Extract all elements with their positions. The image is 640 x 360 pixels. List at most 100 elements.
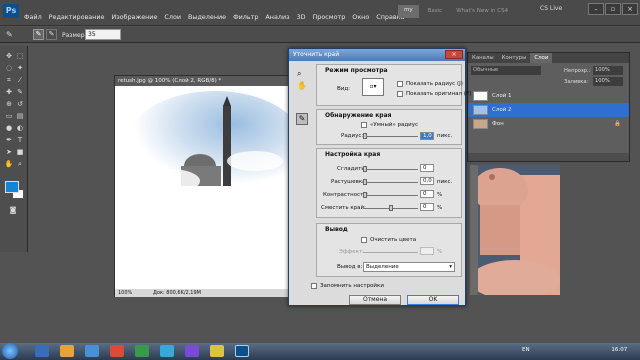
smooth-slider[interactable] bbox=[363, 169, 418, 170]
feather-input[interactable]: 0,0 bbox=[420, 177, 434, 185]
lasso-tool-icon[interactable]: ◌ bbox=[4, 64, 14, 73]
zoom-tool-icon[interactable]: ⌕ bbox=[297, 69, 301, 79]
layer-row[interactable]: Слой 1 bbox=[468, 89, 629, 103]
hand-tool-icon[interactable]: ✋ bbox=[4, 160, 14, 169]
show-original-checkbox[interactable] bbox=[397, 91, 403, 97]
menu-file[interactable]: Файл bbox=[24, 13, 42, 23]
zoom-tool-icon[interactable]: ⌕ bbox=[15, 160, 25, 169]
layer-row-selected[interactable]: Слой 2 bbox=[468, 103, 629, 117]
marquee-tool-icon[interactable]: ⬚ bbox=[15, 52, 25, 61]
minimize-icon[interactable]: – bbox=[588, 3, 604, 15]
menu-window[interactable]: Окно bbox=[352, 13, 369, 23]
contrast-slider-thumb[interactable] bbox=[363, 192, 367, 198]
ie-taskbar-icon[interactable] bbox=[85, 345, 99, 357]
menu-view[interactable]: Просмотр bbox=[313, 13, 346, 23]
healing-tool-icon[interactable]: ✚ bbox=[4, 88, 14, 97]
opacity-input[interactable]: 100% bbox=[593, 66, 623, 75]
dodge-tool-icon[interactable]: ◐ bbox=[15, 124, 25, 133]
radius-input[interactable]: 1,0 bbox=[420, 132, 434, 140]
smart-radius-checkbox[interactable] bbox=[361, 122, 367, 128]
move-tool-icon[interactable]: ✥ bbox=[4, 52, 14, 61]
opera-taskbar-icon[interactable] bbox=[110, 345, 124, 357]
gradient-tool-icon[interactable]: ▤ bbox=[15, 112, 25, 121]
start-button-icon[interactable] bbox=[2, 343, 18, 359]
close-icon[interactable]: × bbox=[622, 3, 638, 15]
refine-radius-tool-icon[interactable]: ✎ bbox=[296, 113, 308, 125]
feather-slider-thumb[interactable] bbox=[363, 179, 367, 185]
erase-refinement-icon[interactable]: ✎ bbox=[46, 29, 57, 40]
history-brush-icon[interactable]: ↺ bbox=[15, 100, 25, 109]
output-to-select[interactable]: Выделение ▾ bbox=[363, 262, 455, 272]
contrast-input[interactable]: 0 bbox=[420, 190, 434, 198]
menu-edit[interactable]: Редактирование bbox=[49, 13, 105, 23]
blur-tool-icon[interactable]: ● bbox=[4, 124, 14, 133]
app3-taskbar-icon[interactable] bbox=[210, 345, 224, 357]
eraser-tool-icon[interactable]: ▭ bbox=[4, 112, 14, 121]
skype-taskbar-icon[interactable] bbox=[160, 345, 174, 357]
radius-slider-thumb[interactable] bbox=[363, 133, 367, 139]
eyedropper-tool-icon[interactable]: ⁄ bbox=[15, 76, 25, 85]
cancel-button[interactable]: Отмена bbox=[349, 295, 401, 305]
radius-slider[interactable] bbox=[363, 136, 418, 137]
menu-analysis[interactable]: Анализ bbox=[265, 13, 289, 23]
app2-taskbar-icon[interactable] bbox=[185, 345, 199, 357]
crop-tool-icon[interactable]: ⌗ bbox=[4, 76, 14, 85]
path-select-icon[interactable]: ➤ bbox=[4, 148, 14, 157]
pen-tool-icon[interactable]: ✒ bbox=[4, 136, 14, 145]
document-tab[interactable]: retush.jpg @ 100% (Слой 2, RGB/8) * bbox=[115, 76, 292, 86]
language-indicator[interactable]: EN bbox=[522, 347, 530, 353]
smooth-slider-thumb[interactable] bbox=[363, 166, 367, 172]
tab-paths[interactable]: Контуры bbox=[498, 53, 531, 63]
workspace-basic[interactable]: Basic bbox=[423, 5, 448, 18]
brush-tool-icon[interactable]: ✎ bbox=[15, 88, 25, 97]
cs-live-button[interactable]: CS Live bbox=[540, 5, 562, 12]
menu-bar: Ps Файл Редактирование Изображение Слои … bbox=[0, 0, 640, 26]
layer-row[interactable]: Фон 🔒 bbox=[468, 117, 629, 131]
fill-input[interactable]: 100% bbox=[593, 77, 623, 86]
contrast-label: Контрастность: bbox=[323, 192, 369, 198]
workspace-my[interactable]: my bbox=[398, 5, 419, 18]
hand-tool-icon[interactable]: ✋ bbox=[297, 81, 307, 90]
shift-edge-slider-thumb[interactable] bbox=[389, 205, 393, 211]
quick-mask-icon[interactable]: ◙ bbox=[8, 206, 18, 215]
smooth-input[interactable]: 0 bbox=[420, 164, 434, 172]
layer-thumbnail bbox=[473, 105, 488, 115]
tab-channels[interactable]: Каналы bbox=[468, 53, 498, 63]
type-tool-icon[interactable]: T bbox=[15, 136, 25, 145]
shift-edge-input[interactable]: 0 bbox=[420, 203, 434, 211]
remember-settings-checkbox[interactable] bbox=[311, 283, 317, 289]
clock[interactable]: 16:07 bbox=[611, 347, 627, 353]
tab-layers[interactable]: Слои bbox=[530, 53, 553, 63]
show-radius-checkbox[interactable] bbox=[397, 81, 403, 87]
blend-mode-select[interactable]: Обычные bbox=[471, 66, 541, 75]
clone-tool-icon[interactable]: ⊕ bbox=[4, 100, 14, 109]
refine-brush-icon[interactable]: ✎ bbox=[33, 29, 44, 40]
zoom-level[interactable]: 100% bbox=[118, 289, 132, 297]
edge-detection-title: Обнаружение края bbox=[325, 112, 392, 119]
canvas[interactable] bbox=[115, 86, 292, 289]
photoshop-taskbar-icon[interactable] bbox=[235, 345, 249, 357]
feather-slider[interactable] bbox=[363, 182, 418, 183]
dialog-close-icon[interactable]: × bbox=[445, 50, 463, 59]
menu-select[interactable]: Выделение bbox=[188, 13, 226, 23]
restore-icon[interactable]: ▫ bbox=[605, 3, 621, 15]
explorer-taskbar-icon[interactable] bbox=[35, 345, 49, 357]
decontaminate-checkbox[interactable] bbox=[361, 237, 367, 243]
brush-preset-icon[interactable]: ✎ bbox=[6, 30, 18, 40]
menu-3d[interactable]: 3D bbox=[297, 13, 306, 23]
menu-image[interactable]: Изображение bbox=[111, 13, 157, 23]
shape-tool-icon[interactable]: ■ bbox=[15, 148, 25, 157]
menu-filter[interactable]: Фильтр bbox=[233, 13, 258, 23]
ok-button[interactable]: OK bbox=[407, 295, 459, 305]
contrast-slider[interactable] bbox=[363, 195, 418, 196]
brush-size-input[interactable]: 35 bbox=[85, 29, 121, 40]
app-taskbar-icon[interactable] bbox=[135, 345, 149, 357]
quick-select-tool-icon[interactable]: ✦ bbox=[15, 64, 25, 73]
foreground-color-swatch[interactable] bbox=[5, 181, 19, 193]
menu-layers[interactable]: Слои bbox=[164, 13, 181, 23]
document-status-bar: 100% Док: 800,6K/2,19M bbox=[115, 289, 292, 297]
system-tray: EN 16:07 bbox=[522, 347, 627, 353]
folder-taskbar-icon[interactable] bbox=[60, 345, 74, 357]
workspace-whats-new[interactable]: What's New in CS4 bbox=[451, 5, 513, 18]
view-mode-thumbnail[interactable]: ▫▾ bbox=[362, 78, 384, 96]
